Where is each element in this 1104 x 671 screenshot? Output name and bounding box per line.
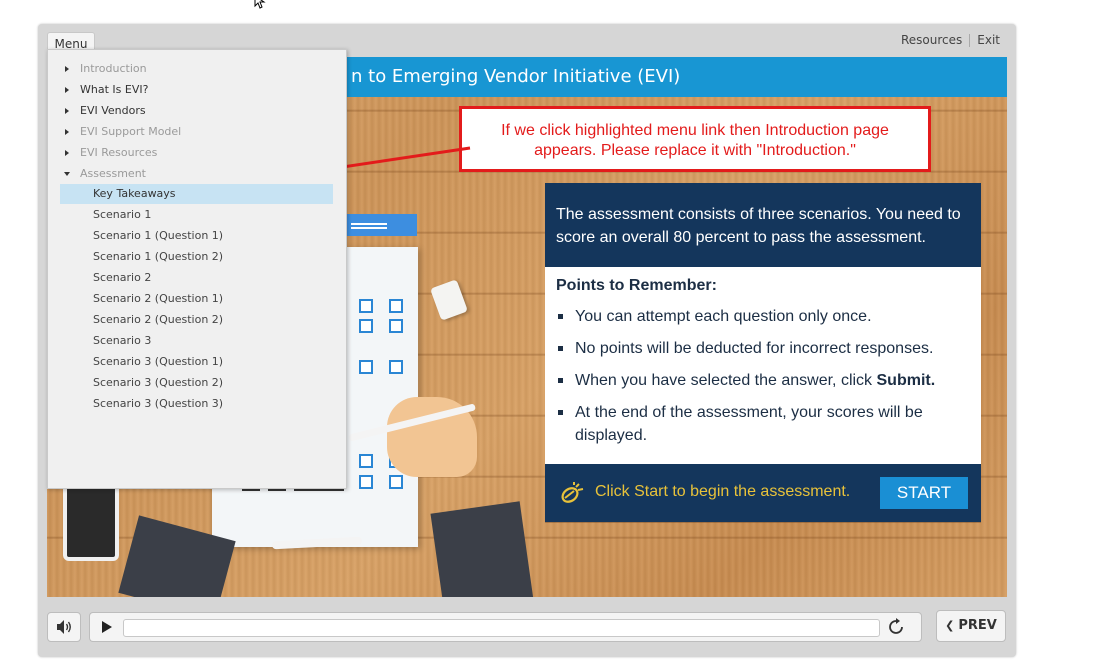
menu-item-label: Scenario 3: [93, 334, 152, 347]
exit-link[interactable]: Exit: [977, 33, 1000, 47]
menu-item-scenario-3-q2[interactable]: Scenario 3 (Question 2): [48, 373, 346, 393]
start-footer: Click Start to begin the assessment. STA…: [545, 464, 981, 522]
menu-item-label: Key Takeaways: [93, 187, 176, 200]
expand-arrow-icon: [65, 66, 69, 72]
playback-controls: ❮ PREV: [47, 610, 1007, 644]
prev-label: PREV: [958, 618, 997, 633]
checkbox-illustration: [389, 475, 403, 489]
menu-item-scenario-2-q2[interactable]: Scenario 2 (Question 2): [48, 310, 346, 330]
menu-item-introduction[interactable]: Introduction: [48, 59, 346, 79]
menu-item-label: Assessment: [80, 167, 146, 180]
menu-item-scenario-2[interactable]: Scenario 2: [48, 268, 346, 288]
callout-line-2: appears. Please replace it with "Introdu…: [534, 142, 856, 159]
menu-item-scenario-1[interactable]: Scenario 1: [48, 205, 346, 225]
start-button[interactable]: START: [880, 477, 968, 509]
assessment-intro: The assessment consists of three scenari…: [545, 183, 981, 267]
checkbox-illustration: [359, 360, 373, 374]
speaker-icon: [57, 620, 71, 634]
list-item-text: When you have selected the answer, click: [575, 372, 877, 389]
menu-item-scenario-1-q2[interactable]: Scenario 1 (Question 2): [48, 247, 346, 267]
seek-bar: [121, 612, 922, 642]
list-item: When you have selected the answer, click…: [556, 369, 970, 392]
progress-track[interactable]: [123, 619, 880, 637]
points-to-remember: Points to Remember: You can attempt each…: [545, 267, 981, 464]
prev-button[interactable]: ❮ PREV: [936, 610, 1006, 642]
checkbox-illustration: [359, 299, 373, 313]
menu-item-key-takeaways[interactable]: Key Takeaways: [60, 184, 333, 204]
menu-item-label: Scenario 2 (Question 1): [93, 292, 224, 305]
checkbox-illustration: [359, 454, 373, 468]
mouse-click-icon: [561, 482, 584, 503]
resources-link[interactable]: Resources: [901, 33, 962, 47]
list-item: You can attempt each question only once.: [556, 305, 970, 328]
checkbox-illustration: [359, 319, 373, 333]
annotation-callout: If we click highlighted menu link then I…: [459, 106, 931, 172]
menu-item-label: EVI Support Model: [80, 125, 182, 138]
menu-item-scenario-3-q1[interactable]: Scenario 3 (Question 1): [48, 352, 346, 372]
replay-icon[interactable]: [887, 618, 905, 636]
menu-item-label: What Is EVI?: [80, 83, 149, 96]
menu-item-label: Scenario 1 (Question 1): [93, 229, 224, 242]
menu-item-label: Scenario 3 (Question 1): [93, 355, 224, 368]
mouse-cursor-icon: [254, 0, 266, 9]
phone-illustration: [63, 477, 119, 561]
points-list: You can attempt each question only once.…: [556, 305, 970, 447]
menu-item-label: Introduction: [80, 62, 147, 75]
menu-item-assessment[interactable]: Assessment: [48, 164, 346, 184]
menu-item-label: Scenario 2: [93, 271, 152, 284]
checkbox-illustration: [389, 299, 403, 313]
points-heading: Points to Remember:: [556, 277, 717, 294]
top-links: Resources Exit: [901, 33, 1000, 47]
menu-panel: Introduction What Is EVI? EVI Vendors EV…: [47, 49, 347, 489]
slide-title: n to Emerging Vendor Initiative (EVI): [351, 66, 681, 87]
checkbox-illustration: [389, 319, 403, 333]
list-item: No points will be deducted for incorrect…: [556, 337, 970, 360]
expand-arrow-icon: [65, 129, 69, 135]
eraser-illustration: [430, 279, 468, 321]
play-button[interactable]: [89, 612, 122, 642]
menu-item-scenario-3-q3[interactable]: Scenario 3 (Question 3): [48, 394, 346, 414]
menu-item-scenario-1-q1[interactable]: Scenario 1 (Question 1): [48, 226, 346, 246]
divider: [969, 33, 971, 47]
chevron-left-icon: ❮: [945, 619, 955, 632]
menu-item-what-is-evi[interactable]: What Is EVI?: [48, 80, 346, 100]
menu-item-scenario-2-q1[interactable]: Scenario 2 (Question 1): [48, 289, 346, 309]
menu-item-label: EVI Resources: [80, 146, 158, 159]
start-instruction: Click Start to begin the assessment.: [595, 483, 851, 500]
expand-arrow-icon: [65, 150, 69, 156]
menu-item-evi-vendors[interactable]: EVI Vendors: [48, 101, 346, 121]
menu-item-evi-resources[interactable]: EVI Resources: [48, 143, 346, 163]
menu-item-label: EVI Vendors: [80, 104, 146, 117]
menu-item-label: Scenario 2 (Question 2): [93, 313, 224, 326]
list-item: At the end of the assessment, your score…: [556, 401, 970, 447]
submit-emphasis: Submit.: [876, 372, 936, 389]
callout-line-1: If we click highlighted menu link then I…: [501, 122, 889, 139]
menu-item-label: Scenario 3 (Question 2): [93, 376, 224, 389]
menu-item-scenario-3[interactable]: Scenario 3: [48, 331, 346, 351]
checkbox-illustration: [359, 475, 373, 489]
menu-item-evi-support-model[interactable]: EVI Support Model: [48, 122, 346, 142]
sleeve-illustration: [430, 501, 534, 597]
expand-arrow-icon: [65, 87, 69, 93]
play-icon: [102, 621, 112, 633]
menu-item-label: Scenario 3 (Question 3): [93, 397, 224, 410]
expand-arrow-icon: [65, 108, 69, 114]
collapse-arrow-icon: [64, 172, 70, 176]
menu-item-label: Scenario 1 (Question 2): [93, 250, 224, 263]
volume-button[interactable]: [47, 612, 81, 642]
menu-item-label: Scenario 1: [93, 208, 152, 221]
checkbox-illustration: [389, 360, 403, 374]
